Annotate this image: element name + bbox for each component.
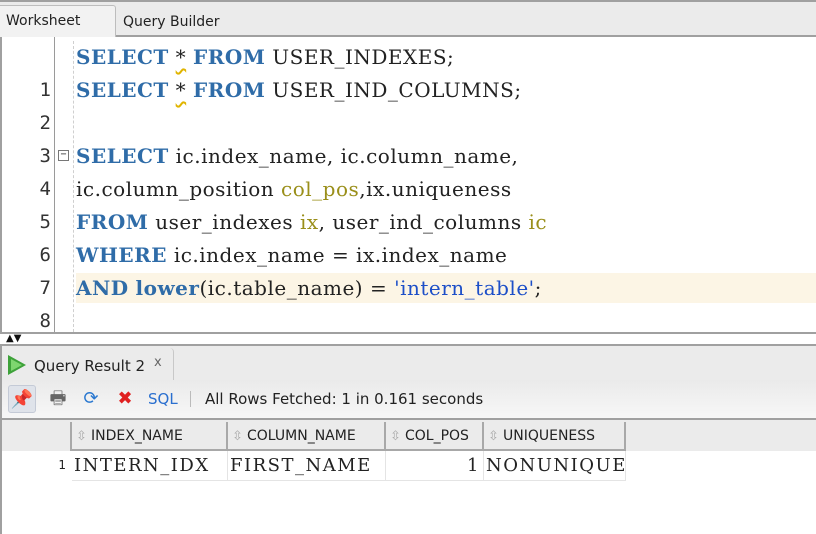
column-header-label: COL_POS <box>405 428 469 444</box>
code-text: ,ix.uniqueness <box>359 177 512 201</box>
run-play-icon <box>8 355 26 375</box>
sql-link[interactable]: SQL <box>148 390 178 408</box>
alias: ix <box>299 210 319 234</box>
cancel-fetch-button[interactable]: ✖ <box>111 385 139 413</box>
close-icon[interactable]: x <box>154 347 162 379</box>
sort-icon: ⇳ <box>76 429 87 444</box>
keyword: WHERE <box>76 243 167 267</box>
tab-query-result-2[interactable]: Query Result 2 x <box>2 348 174 381</box>
code-line[interactable]: 7 WHERE ic.index_name = ix.index_name <box>2 239 816 299</box>
column-header-index-name[interactable]: ⇳ INDEX_NAME <box>70 422 228 451</box>
tab-query-builder[interactable]: Query Builder <box>123 7 220 39</box>
row-number[interactable]: 1 <box>2 451 70 481</box>
worksheet-tab-strip: Worksheet Query Builder <box>0 0 816 37</box>
alias: ic <box>528 210 548 234</box>
identifier: USER_INDEXES; <box>272 45 455 69</box>
code-line[interactable]: 1 SELECT * FROM USER_INDEXES; <box>2 41 816 101</box>
refresh-button[interactable]: ⟳ <box>77 385 105 413</box>
star-token: * <box>175 45 187 69</box>
result-tab-label: Query Result 2 <box>34 357 146 375</box>
sort-icon: ⇳ <box>390 429 401 444</box>
column-header-label: COLUMN_NAME <box>247 428 356 444</box>
function-name: lower <box>135 276 200 300</box>
code-text: ic.index_name, ic.column_name, <box>175 144 519 168</box>
column-header-uniqueness[interactable]: ⇳ UNIQUENESS <box>484 422 626 451</box>
print-button[interactable]: 🖶 <box>44 385 72 413</box>
code-text: ic.index_name = ix.index_name <box>173 243 508 267</box>
result-grid[interactable]: ⇳ INDEX_NAME ⇳ COLUMN_NAME ⇳ COL_POS ⇳ UNIQU… <box>0 420 816 534</box>
table-cell[interactable]: INTERN_IDX <box>72 451 228 481</box>
table-cell[interactable]: NONUNIQUE <box>484 451 626 481</box>
code-text: , user_ind_columns <box>318 210 529 234</box>
star-token: * <box>175 78 187 102</box>
sort-icon: ⇳ <box>232 429 243 444</box>
splitter-arrows-icon[interactable]: ▲▼ <box>6 334 21 344</box>
table-cell[interactable]: 1 <box>386 451 484 481</box>
code-line[interactable]: 4 − SELECT ic.index_name, ic.column_name… <box>2 140 816 200</box>
refresh-icon: ⟳ <box>83 388 99 409</box>
keyword: FROM <box>76 210 149 234</box>
freeze-pin-button[interactable]: 📌 <box>8 385 36 413</box>
tab-worksheet[interactable]: Worksheet <box>0 5 116 37</box>
code-text: user_indexes <box>155 210 300 234</box>
code-text: ic.column_position <box>76 177 282 201</box>
result-tab-strip: Query Result 2 x <box>0 344 816 381</box>
alias: col_pos <box>281 177 360 201</box>
panel-splitter[interactable]: ▲▼ <box>0 332 816 344</box>
print-icon: 🖶 <box>49 388 67 409</box>
keyword: SELECT <box>76 45 169 69</box>
sort-icon: ⇳ <box>488 429 499 444</box>
sql-editor[interactable]: 1 SELECT * FROM USER_INDEXES; 2 SELECT *… <box>0 37 816 365</box>
fetch-status: All Rows Fetched: 1 in 0.161 seconds <box>205 390 484 408</box>
keyword: FROM <box>193 78 266 102</box>
code-line-current[interactable]: 8 AND lower(ic.table_name) = 'intern_tab… <box>2 272 816 332</box>
collapse-fold-icon[interactable]: − <box>58 150 69 161</box>
pin-icon: 📌 <box>10 389 34 410</box>
column-header-column-name[interactable]: ⇳ COLUMN_NAME <box>228 422 386 451</box>
column-header-col-pos[interactable]: ⇳ COL_POS <box>386 422 484 451</box>
code-line[interactable]: 5 ic.column_position col_pos,ix.uniquene… <box>2 173 816 233</box>
column-header-label: INDEX_NAME <box>91 428 183 444</box>
toolbar-separator <box>190 391 191 407</box>
code-text: (ic.table_name) = <box>199 276 395 300</box>
keyword: SELECT <box>76 144 169 168</box>
identifier: USER_IND_COLUMNS; <box>272 78 522 102</box>
code-line[interactable]: 3 <box>2 107 816 167</box>
cancel-icon: ✖ <box>117 388 133 409</box>
string-literal: 'intern_table' <box>394 276 535 300</box>
keyword: AND <box>76 276 129 300</box>
code-line[interactable]: 2 SELECT * FROM USER_IND_COLUMNS; <box>2 74 816 134</box>
code-line[interactable]: 6 FROM user_indexes ix, user_ind_columns… <box>2 206 816 266</box>
keyword: SELECT <box>76 78 169 102</box>
result-toolbar: 📌 🖶 ⟳ ✖ SQL All Rows Fetched: 1 in 0.161… <box>0 380 816 420</box>
code-text: ; <box>534 276 542 300</box>
column-header-label: UNIQUENESS <box>503 428 596 444</box>
keyword: FROM <box>193 45 266 69</box>
table-cell[interactable]: FIRST_NAME <box>228 451 386 481</box>
